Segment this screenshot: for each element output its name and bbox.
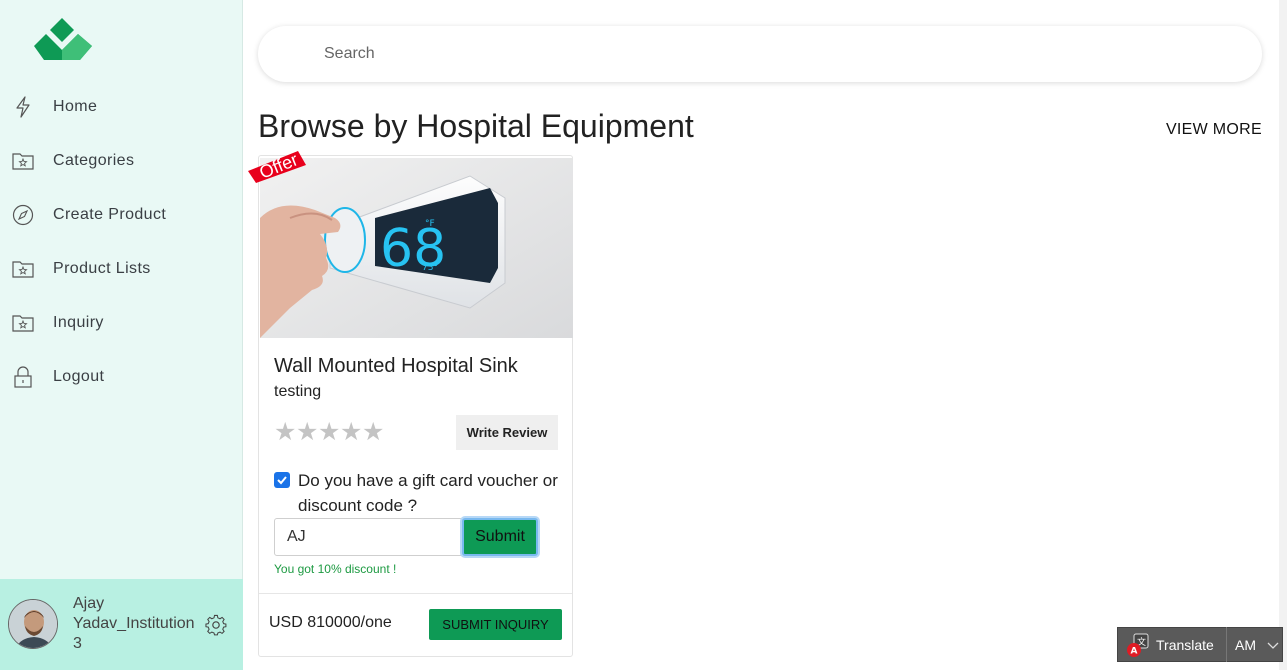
star-icon[interactable]: ★ (296, 420, 318, 445)
translate-icon: 文 A (1126, 632, 1152, 658)
product-image[interactable]: 68 °F 73° (260, 158, 573, 338)
sidebar-item-product-lists[interactable]: Product Lists (0, 242, 243, 296)
translate-label: Translate (1156, 636, 1214, 653)
view-more-link[interactable]: VIEW MORE (1166, 121, 1262, 139)
compass-icon (12, 204, 34, 226)
sidebar-item-label: Logout (53, 368, 105, 385)
submit-inquiry-button[interactable]: SUBMIT INQUIRY (429, 609, 562, 640)
sidebar-item-logout[interactable]: Logout (0, 350, 243, 404)
sidebar-item-home[interactable]: Home (0, 80, 243, 134)
page-title: Browse by Hospital Equipment (258, 108, 694, 144)
sidebar-item-inquiry[interactable]: Inquiry (0, 296, 243, 350)
gear-icon[interactable] (205, 614, 227, 636)
sidebar-item-label: Create Product (53, 206, 167, 223)
discount-message: You got 10% discount ! (274, 562, 397, 576)
user-name: Ajay Yadav_Institution 3 (73, 595, 195, 652)
sidebar-item-label: Categories (53, 152, 135, 169)
user-panel: Ajay Yadav_Institution 3 (0, 579, 243, 670)
thermostat-small: 73° (422, 263, 438, 273)
card-divider (259, 593, 572, 594)
star-icon[interactable]: ★ (340, 420, 362, 445)
folder-star-icon (12, 258, 34, 280)
translate-separator (1226, 627, 1227, 662)
sidebar-item-create-product[interactable]: Create Product (0, 188, 243, 242)
svg-text:A: A (1131, 646, 1138, 656)
product-name[interactable]: Wall Mounted Hospital Sink (274, 355, 518, 378)
folder-star-icon (12, 150, 34, 172)
star-icon[interactable]: ★ (318, 420, 340, 445)
gift-card-label: Do you have a gift card voucher or disco… (298, 471, 558, 515)
rating-stars[interactable]: ★ ★ ★ ★ ★ (274, 420, 384, 445)
sidebar-item-categories[interactable]: Categories (0, 134, 243, 188)
product-price: USD 810000/one (269, 614, 392, 631)
sidebar-item-label: Home (53, 98, 98, 115)
write-review-button[interactable]: Write Review (456, 415, 558, 450)
sidebar-item-label: Inquiry (53, 314, 104, 331)
folder-star-icon (12, 312, 34, 334)
offer-badge: Offer (246, 149, 308, 183)
product-description: testing (274, 383, 322, 400)
sidebar: Home Categories Create Product Product L… (0, 0, 243, 670)
translate-widget[interactable]: 文 A Translate AM (1117, 627, 1283, 662)
thermostat-unit: °F (425, 219, 435, 229)
search-bar[interactable] (258, 26, 1262, 82)
avatar[interactable] (8, 599, 58, 649)
gift-card-checkbox[interactable] (274, 472, 290, 488)
product-card: Offer 68 °F 73° Wall Mounted Hospital Si… (248, 149, 573, 657)
star-icon[interactable]: ★ (274, 420, 296, 445)
sidebar-item-label: Product Lists (53, 260, 151, 277)
main-content: Browse by Hospital Equipment VIEW MORE O… (243, 0, 1287, 670)
language-select[interactable]: AM (1235, 637, 1265, 653)
discount-code-input[interactable] (274, 518, 462, 556)
sidebar-nav: Home Categories Create Product Product L… (0, 80, 243, 404)
submit-code-button[interactable]: Submit (462, 518, 538, 556)
search-input[interactable] (324, 45, 924, 63)
logo[interactable] (34, 18, 94, 64)
check-icon (277, 476, 287, 485)
lock-icon (12, 366, 34, 388)
star-icon[interactable]: ★ (362, 420, 384, 445)
scrollbar[interactable] (1279, 0, 1287, 670)
chevron-down-icon[interactable] (1265, 637, 1281, 653)
lightning-icon (12, 96, 34, 118)
